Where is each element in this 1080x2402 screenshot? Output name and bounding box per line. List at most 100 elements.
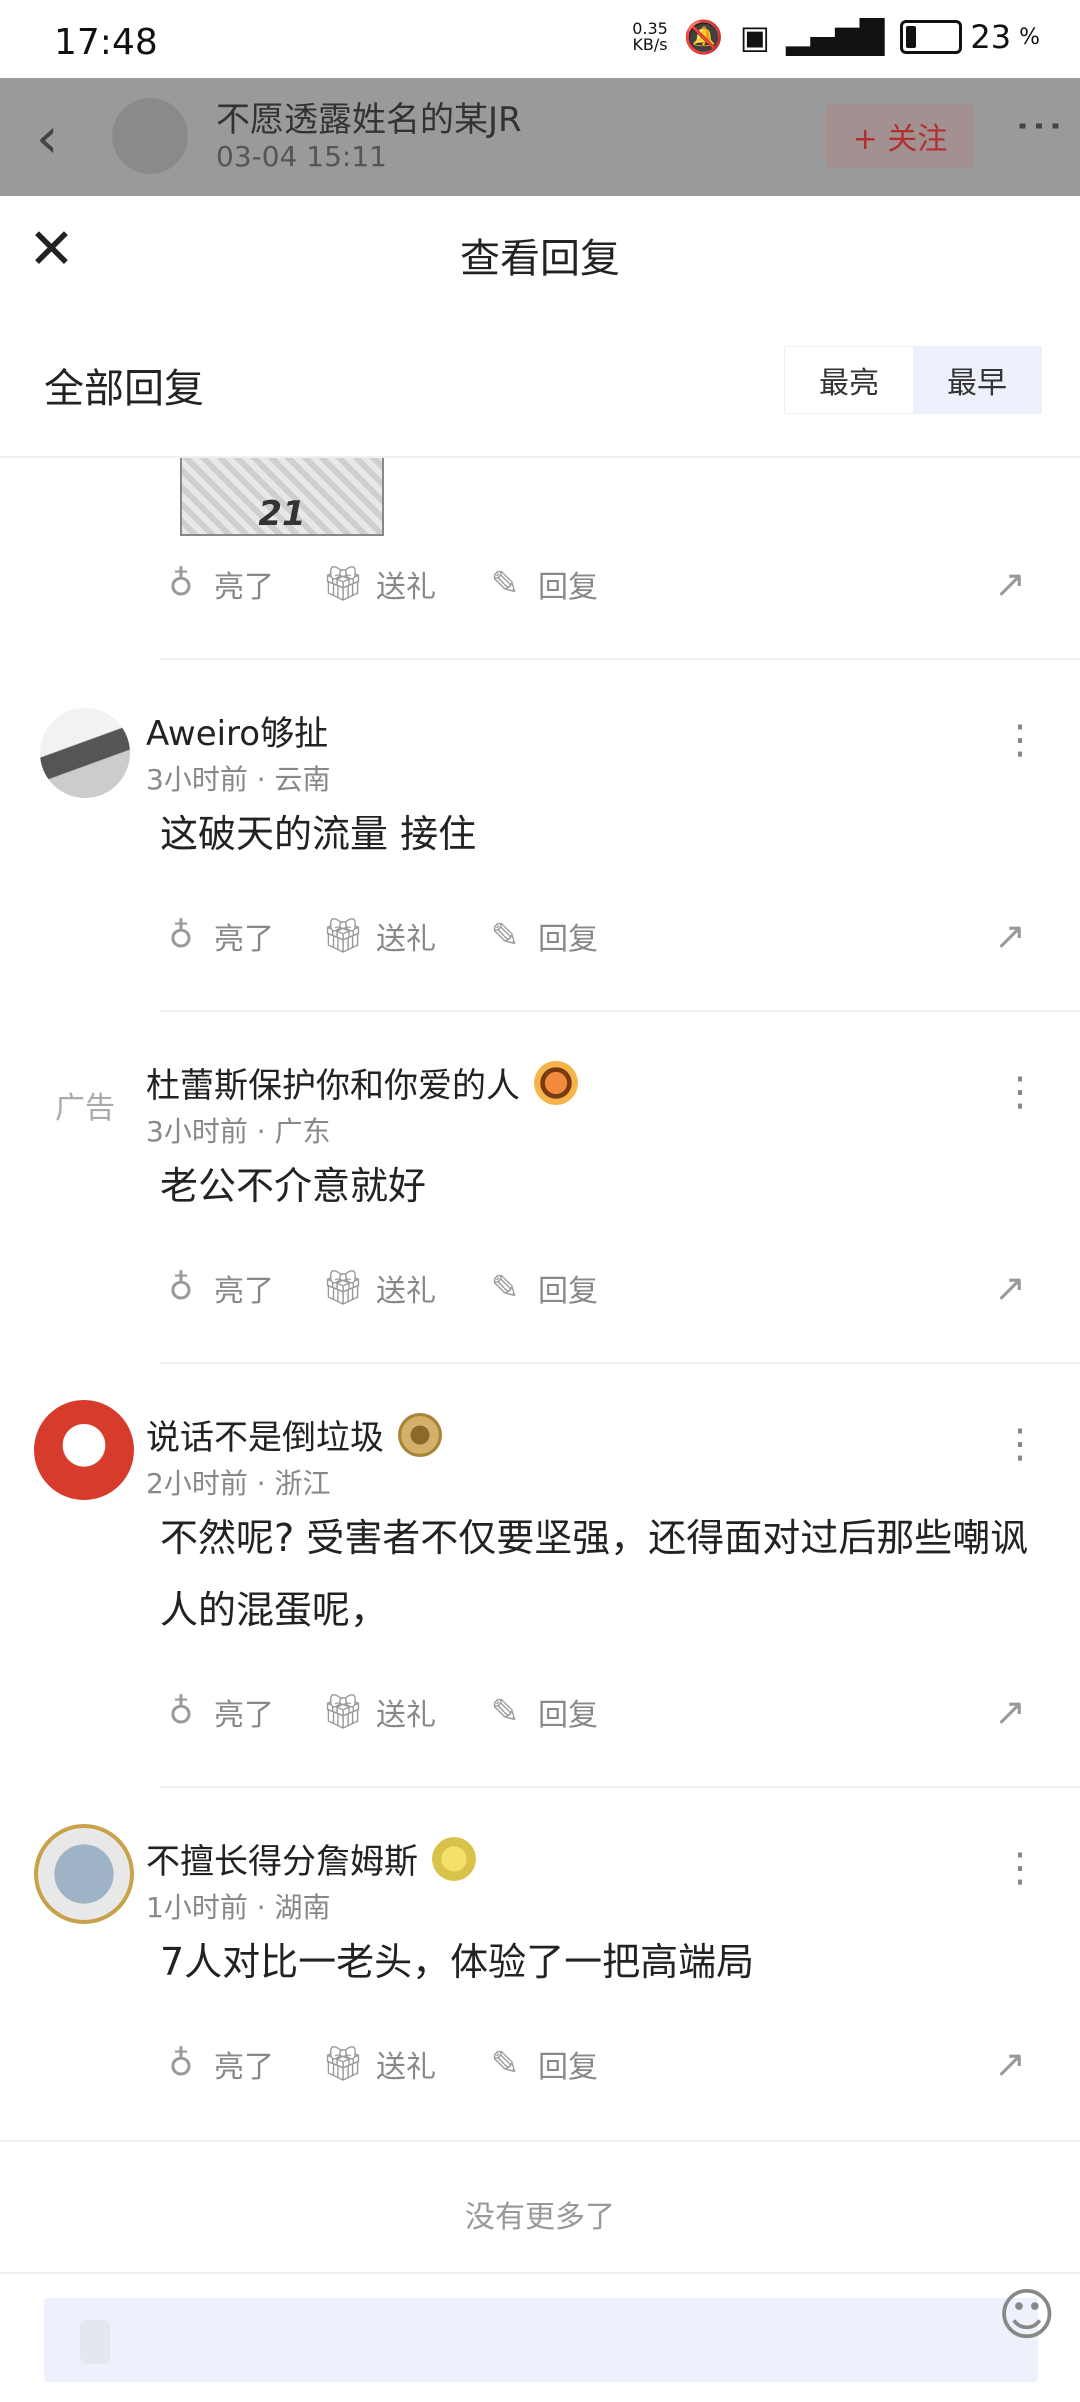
no-more-text: 没有更多了 [465,2200,615,2235]
gift-button[interactable]: 🎁︎ 送礼 [321,1266,436,1310]
lightbulb-icon: ♁ [168,1268,194,1308]
comment-text: 7人对比一老头，体验了一把高端局 [160,1940,755,1984]
avatar[interactable] [40,708,130,798]
divider [160,658,1080,660]
status-icons: 0.35 KB/s 🔕 ▣ ▂▄▆█ 23% [632,18,1040,56]
comment-meta: 3小时前 · 广东 [146,1115,331,1148]
avatar[interactable] [34,1824,134,1924]
sort-toggle: 最亮 最早 [784,346,1042,414]
post-header: ‹ 不愿透露姓名的某JR 03-04 15:11 + 关注 ⋮ [0,78,1080,196]
edit-icon: ✎ [490,916,520,956]
divider [160,1786,1080,1788]
comment-more-icon[interactable]: ⋮ [1000,720,1040,760]
ad-label: 广告 [40,1060,130,1150]
like-button[interactable]: ♁ 亮了 [160,1690,274,1734]
comment-author[interactable]: 不擅长得分詹姆斯 [146,1834,476,1883]
like-button[interactable]: ♁ 亮了 [160,914,274,958]
more-icon[interactable]: ⋮ [1012,102,1068,142]
comment-more-icon[interactable]: ⋮ [1000,1848,1040,1888]
action-row: ♁ 亮了 🎁︎ 送礼 ✎ 回复 ↗ [160,906,1040,966]
hd-icon: ▣ [739,18,770,56]
lightbulb-icon: ♁ [168,564,194,604]
comment-more-icon[interactable]: ⋮ [1000,1424,1040,1464]
comment-item: Aweiro够扯 3小时前 · 云南 ⋮ 这破天的流量 接住 ♁ 亮了 🎁︎ 送礼 … [0,668,1080,1008]
edit-icon: ✎ [490,1268,520,1308]
share-icon[interactable]: ↗ [980,1682,1040,1742]
avatar[interactable] [34,1400,134,1500]
gift-button[interactable]: 🎁︎ 送礼 [321,1690,436,1734]
share-icon[interactable]: ↗ [980,906,1040,966]
edit-icon: ✎ [490,1692,520,1732]
divider [160,1010,1080,1012]
medal-icon [534,1060,578,1105]
author-avatar[interactable] [112,98,188,174]
gift-button[interactable]: 🎁︎ 送礼 [321,2042,436,2086]
sort-earliest-button[interactable]: 最早 [913,347,1041,413]
status-time: 17:48 [54,22,158,63]
follow-button[interactable]: + 关注 [826,104,974,168]
action-row: ♁ 亮了 🎁︎ 送礼 ✎ 回复 ↗ [160,554,1040,614]
comment-item: 不擅长得分詹姆斯 1小时前 · 湖南 ⋮ 7人对比一老头，体验了一把高端局 ♁ 亮… [0,1796,1080,2136]
reply-input[interactable] [44,2298,1038,2382]
share-icon[interactable]: ↗ [980,1258,1040,1318]
comment-text: 不然呢? 受害者不仅要坚强，还得面对过后那些嘲讽人的混蛋呢， [160,1516,1029,1632]
gift-icon: 🎁︎ [321,2044,365,2084]
reply-list[interactable]: 21 ♁ 亮了 🎁︎ 送礼 ✎ 回复 ↗ Aweiro够扯 3小时前 · 云南 ⋮ 这… [0,456,1080,2258]
status-bar: 17:48 0.35 KB/s 🔕 ▣ ▂▄▆█ 23% [0,0,1080,78]
comment-text: 老公不介意就好 [160,1164,427,1208]
reply-input-bar: ☺ [0,2272,1080,2402]
gift-button[interactable]: 🎁︎ 送礼 [321,562,436,606]
reply-button[interactable]: ✎ 回复 [484,1266,598,1310]
comment-author[interactable]: 杜蕾斯保护你和你爱的人 [146,1058,578,1107]
medal-icon [432,1836,476,1881]
battery-icon [900,20,963,54]
action-row: ♁ 亮了 🎁︎ 送礼 ✎ 回复 ↗ [160,1682,1040,1742]
comment-more-icon[interactable]: ⋮ [1000,1072,1040,1112]
action-row: ♁ 亮了 🎁︎ 送礼 ✎ 回复 ↗ [160,1258,1040,1318]
medal-icon [398,1412,442,1457]
edit-icon: ✎ [490,564,520,604]
battery: 23% [900,18,1040,56]
divider [0,2140,1080,2142]
signal-icon: ▂▄▆█ [785,18,885,56]
edit-icon: ✎ [490,2044,520,2084]
action-row: ♁ 亮了 🎁︎ 送礼 ✎ 回复 ↗ [160,2034,1040,2094]
sheet-header: ✕ 查看回复 [0,196,1080,306]
like-button[interactable]: ♁ 亮了 [160,2042,274,2086]
lightbulb-icon: ♁ [168,2044,194,2084]
gift-icon: 🎁︎ [321,1268,365,1308]
lightbulb-icon: ♁ [168,916,194,956]
filter-bar: 全部回复 最亮 最早 [0,346,1080,416]
comment-author[interactable]: 说话不是倒垃圾 [146,1410,442,1459]
sort-hottest-button[interactable]: 最亮 [785,347,913,413]
comment-item-ad: 广告 杜蕾斯保护你和你爱的人 3小时前 · 广东 ⋮ 老公不介意就好 ♁ 亮了 🎁… [0,1020,1080,1360]
net-speed: 0.35 KB/s [632,19,668,54]
gift-button[interactable]: 🎁︎ 送礼 [321,914,436,958]
reply-button[interactable]: ✎ 回复 [484,562,598,606]
comment-meta: 3小时前 · 云南 [146,763,331,796]
emoji-icon[interactable]: ☺ [998,2288,1056,2344]
reply-button[interactable]: ✎ 回复 [484,1690,598,1734]
comment-text: 这破天的流量 接住 [160,812,477,856]
comment-author[interactable]: Aweiro够扯 [146,706,328,755]
input-placeholder [80,2320,110,2364]
comment-item: 说话不是倒垃圾 2小时前 · 浙江 ⋮ 不然呢? 受害者不仅要坚强，还得面对过后… [0,1372,1080,1792]
battery-percent-unit: % [1019,24,1040,50]
divider [160,1362,1080,1364]
post-timestamp: 03-04 15:11 [216,140,387,173]
reply-button[interactable]: ✎ 回复 [484,2042,598,2086]
share-icon[interactable]: ↗ [980,554,1040,614]
battery-percent: 23 [970,18,1012,56]
reply-button[interactable]: ✎ 回复 [484,914,598,958]
mute-bell-icon: 🔕 [683,18,724,56]
filter-label: 全部回复 [44,366,204,412]
like-button[interactable]: ♁ 亮了 [160,1266,274,1310]
like-button[interactable]: ♁ 亮了 [160,562,274,606]
jersey-image[interactable]: 21 [180,458,384,536]
post-author-name[interactable]: 不愿透露姓名的某JR [216,92,522,141]
reply-sheet: ✕ 查看回复 全部回复 最亮 最早 21 ♁ 亮了 🎁︎ 送礼 ✎ 回复 ↗ Awei… [0,196,1080,2400]
share-icon[interactable]: ↗ [980,2034,1040,2094]
comment-meta: 1小时前 · 湖南 [146,1891,331,1924]
comment-meta: 2小时前 · 浙江 [146,1467,331,1500]
back-icon[interactable]: ‹ [36,106,58,171]
